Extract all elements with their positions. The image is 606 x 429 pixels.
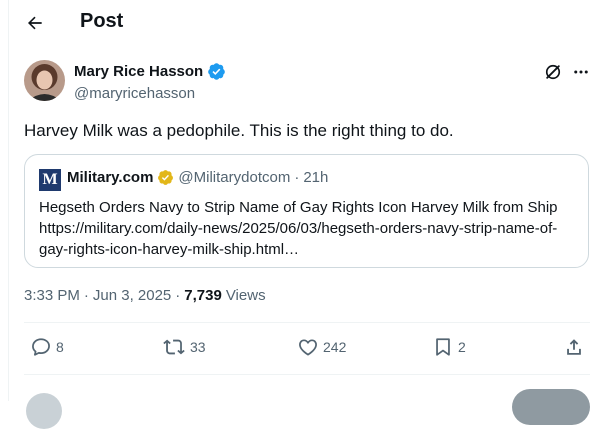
quoted-avatar: M (39, 169, 61, 191)
quoted-text: Hegseth Orders Navy to Strip Name of Gay… (39, 199, 558, 258)
like-icon (299, 339, 317, 356)
reply-count: 8 (56, 339, 64, 355)
post-text: Harvey Milk was a pedophile. This is the… (24, 121, 454, 140)
quoted-separator: · (294, 169, 300, 186)
quoted-time: 21h (303, 169, 329, 186)
author-handle[interactable]: @maryricehasson (74, 85, 195, 102)
quoted-post-card[interactable]: M Military.com @Militarydotcom · 21h Heg… (24, 154, 589, 268)
repost-icon (163, 339, 185, 355)
composer-reply-button[interactable] (512, 389, 590, 425)
share-button[interactable] (563, 336, 585, 358)
views-count: 7,739 (184, 287, 222, 304)
author-name[interactable]: Mary Rice Hasson (74, 63, 203, 80)
back-button[interactable] (22, 10, 48, 36)
post-date[interactable]: Jun 3, 2025 (93, 287, 171, 304)
meta-separator: · (175, 287, 181, 304)
page-header: Post (0, 0, 606, 48)
reply-button[interactable]: 8 (30, 336, 64, 358)
grok-icon[interactable] (543, 62, 563, 82)
quoted-name: Military.com (67, 169, 154, 186)
like-button[interactable]: 242 (297, 336, 346, 358)
reply-composer (24, 389, 590, 429)
repost-count: 33 (190, 339, 206, 355)
meta-separator: · (83, 287, 89, 304)
share-icon (567, 339, 581, 355)
column-border (8, 0, 9, 401)
back-arrow-icon (28, 16, 42, 30)
repost-button[interactable]: 33 (162, 336, 206, 358)
gold-check-icon (158, 170, 174, 185)
like-count: 242 (323, 339, 347, 355)
quoted-header: Military.com @Militarydotcom · 21h (67, 169, 328, 186)
views-label: Views (225, 287, 266, 304)
more-icon[interactable] (572, 63, 590, 81)
quoted-handle: @Militarydotcom (178, 169, 291, 186)
bookmark-count: 2 (458, 339, 466, 355)
post-time[interactable]: 3:33 PM (24, 287, 80, 304)
avatar[interactable] (24, 60, 65, 101)
post-meta: 3:33 PM · Jun 3, 2025 · 7,739 Views (24, 287, 266, 304)
bookmark-button[interactable]: 2 (432, 336, 466, 358)
bookmark-icon (436, 338, 450, 356)
reply-icon (32, 338, 50, 356)
divider (24, 374, 590, 375)
divider (24, 322, 590, 323)
author-name-row: Mary Rice Hasson (74, 62, 226, 81)
composer-avatar (26, 393, 62, 429)
verified-badge-icon (208, 63, 226, 80)
page-title: Post (80, 10, 124, 32)
